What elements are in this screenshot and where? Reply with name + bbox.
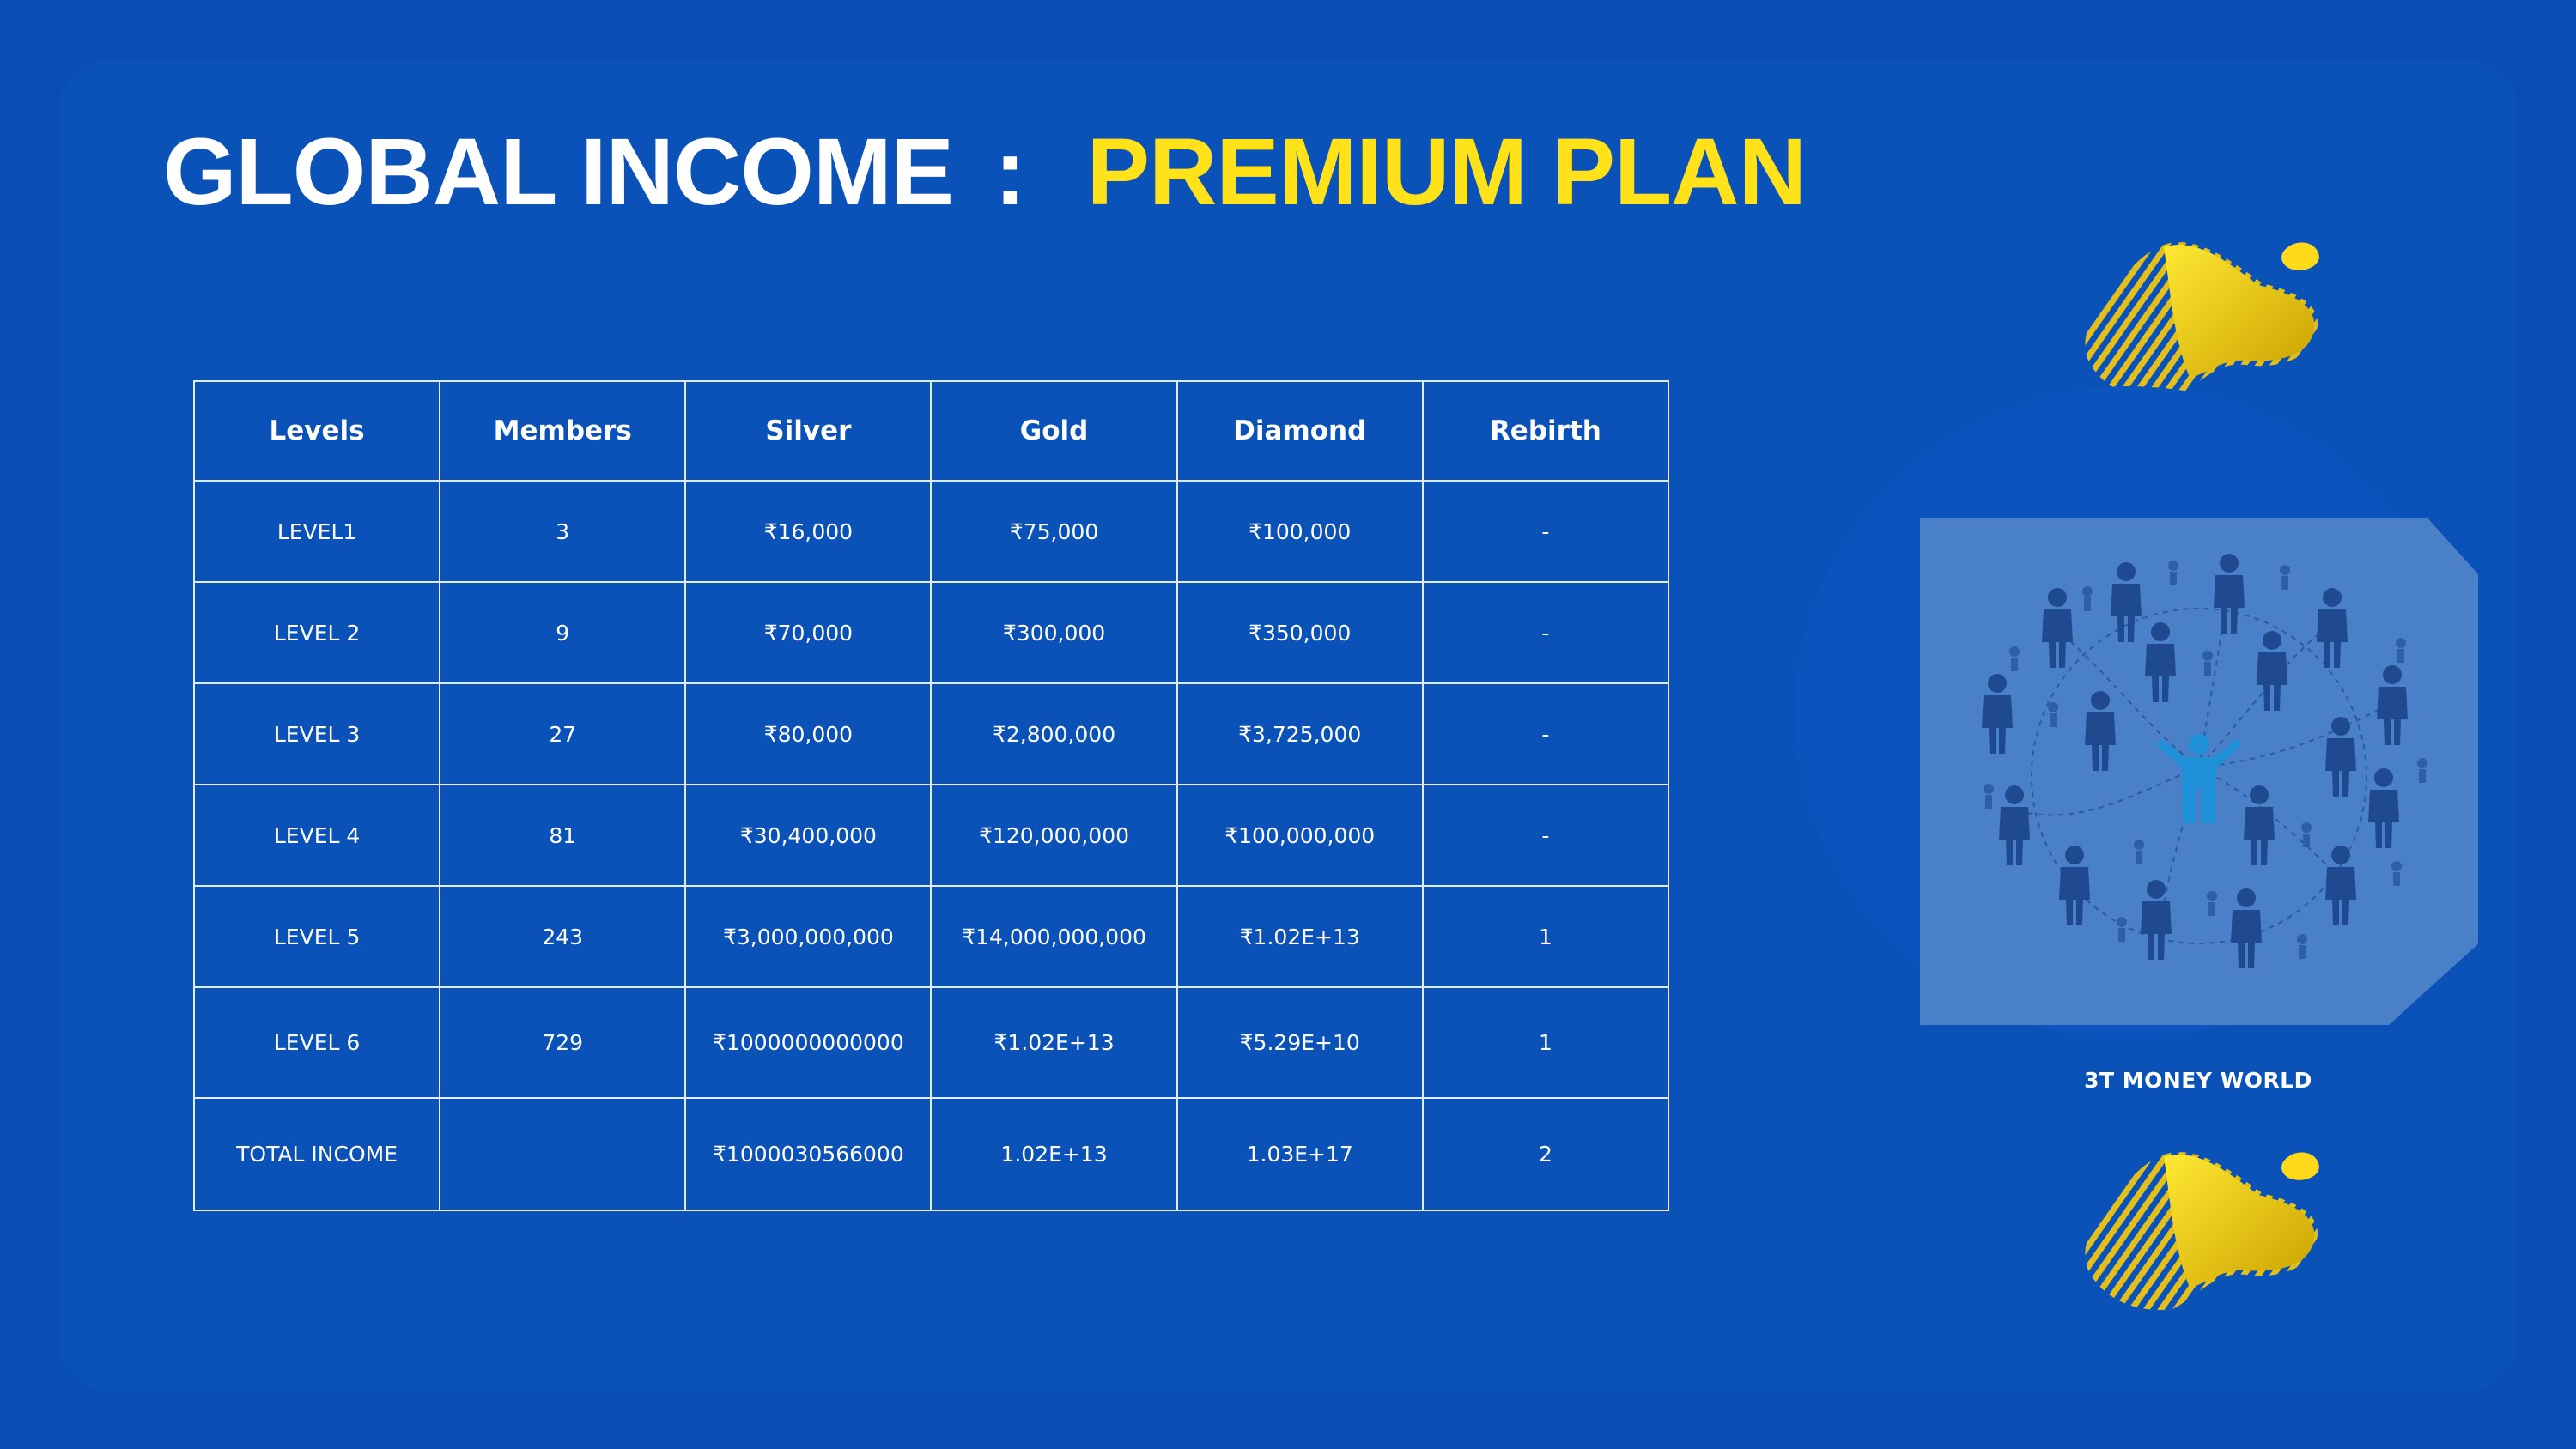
- cell-silver: ₹3,000,000,000: [684, 885, 933, 988]
- title-main: GLOBAL INCOME: [163, 119, 954, 225]
- cell-silver: ₹80,000: [684, 682, 933, 785]
- cell-members: 243: [439, 885, 687, 988]
- cell-diamond: ₹5.29E+10: [1176, 986, 1424, 1099]
- cell-members: 81: [439, 784, 687, 887]
- cell-level: LEVEL 4: [192, 784, 441, 887]
- column-header-rebirth: Rebirth: [1421, 380, 1670, 482]
- cell-diamond: ₹1.02E+13: [1176, 885, 1424, 988]
- income-table: Levels Members Silver Gold Diamond Rebir…: [192, 380, 1670, 1211]
- table-total-row: TOTAL INCOME ₹1000030566000 1.02E+13 1.0…: [192, 1097, 1670, 1211]
- table-row: LEVEL 5 243 ₹3,000,000,000 ₹14,000,000,0…: [192, 885, 1670, 988]
- cell-gold: ₹300,000: [930, 581, 1178, 684]
- people-network-icon: [1920, 518, 2478, 1025]
- cell-gold: 1.02E+13: [930, 1097, 1178, 1211]
- cell-rebirth: 1: [1421, 885, 1670, 988]
- cell-members: [439, 1097, 687, 1211]
- column-header-levels: Levels: [192, 380, 441, 482]
- column-header-silver: Silver: [684, 380, 933, 482]
- cell-level: LEVEL 6: [192, 986, 441, 1099]
- cell-silver: ₹16,000: [684, 480, 933, 583]
- page-title: GLOBAL INCOME: PREMIUM PLAN: [163, 118, 1807, 227]
- table-row: LEVEL 4 81 ₹30,400,000 ₹120,000,000 ₹100…: [192, 784, 1670, 887]
- cell-diamond: ₹100,000: [1176, 480, 1424, 583]
- cell-members: 729: [439, 986, 687, 1099]
- cell-rebirth: 2: [1421, 1097, 1670, 1211]
- people-network-illustration: [1982, 554, 2427, 968]
- cell-level: LEVEL 3: [192, 682, 441, 785]
- cell-silver: ₹70,000: [684, 581, 933, 684]
- cell-members: 27: [439, 682, 687, 785]
- cell-rebirth: -: [1421, 784, 1670, 887]
- cell-gold: ₹1.02E+13: [930, 986, 1178, 1099]
- cell-members: 3: [439, 480, 687, 583]
- table-row: LEVEL1 3 ₹16,000 ₹75,000 ₹100,000 -: [192, 480, 1670, 583]
- cell-level: LEVEL1: [192, 480, 441, 583]
- cell-diamond: ₹3,725,000: [1176, 682, 1424, 785]
- cell-rebirth: -: [1421, 682, 1670, 785]
- cell-diamond: 1.03E+17: [1176, 1097, 1424, 1211]
- column-header-members: Members: [439, 380, 687, 482]
- column-header-gold: Gold: [930, 380, 1178, 482]
- cell-level: TOTAL INCOME: [192, 1097, 441, 1211]
- cell-diamond: ₹350,000: [1176, 581, 1424, 684]
- cell-diamond: ₹100,000,000: [1176, 784, 1424, 887]
- table-row: LEVEL 2 9 ₹70,000 ₹300,000 ₹350,000 -: [192, 581, 1670, 684]
- cell-gold: ₹14,000,000,000: [930, 885, 1178, 988]
- cell-gold: ₹2,800,000: [930, 682, 1178, 785]
- cell-rebirth: -: [1421, 480, 1670, 583]
- cell-silver: ₹1000000000000: [684, 986, 933, 1099]
- yellow-blob-icon: [2085, 242, 2319, 400]
- table-header-row: Levels Members Silver Gold Diamond Rebir…: [192, 380, 1670, 482]
- cell-gold: ₹75,000: [930, 480, 1178, 583]
- column-header-diamond: Diamond: [1176, 380, 1424, 482]
- cell-level: LEVEL 2: [192, 581, 441, 684]
- cell-gold: ₹120,000,000: [930, 784, 1178, 887]
- yellow-blob-icon: [2085, 1152, 2319, 1310]
- title-separator: :: [993, 119, 1026, 225]
- cell-silver: ₹30,400,000: [684, 784, 933, 887]
- title-plan: PREMIUM PLAN: [1086, 119, 1807, 225]
- cell-members: 9: [439, 581, 687, 684]
- cell-rebirth: -: [1421, 581, 1670, 684]
- table-row: LEVEL 3 27 ₹80,000 ₹2,800,000 ₹3,725,000…: [192, 682, 1670, 785]
- cell-rebirth: 1: [1421, 986, 1670, 1099]
- cell-silver: ₹1000030566000: [684, 1097, 933, 1211]
- table-row: LEVEL 6 729 ₹1000000000000 ₹1.02E+13 ₹5.…: [192, 986, 1670, 1099]
- cell-level: LEVEL 5: [192, 885, 441, 988]
- brand-name: 3T MONEY WORLD: [2084, 1068, 2312, 1093]
